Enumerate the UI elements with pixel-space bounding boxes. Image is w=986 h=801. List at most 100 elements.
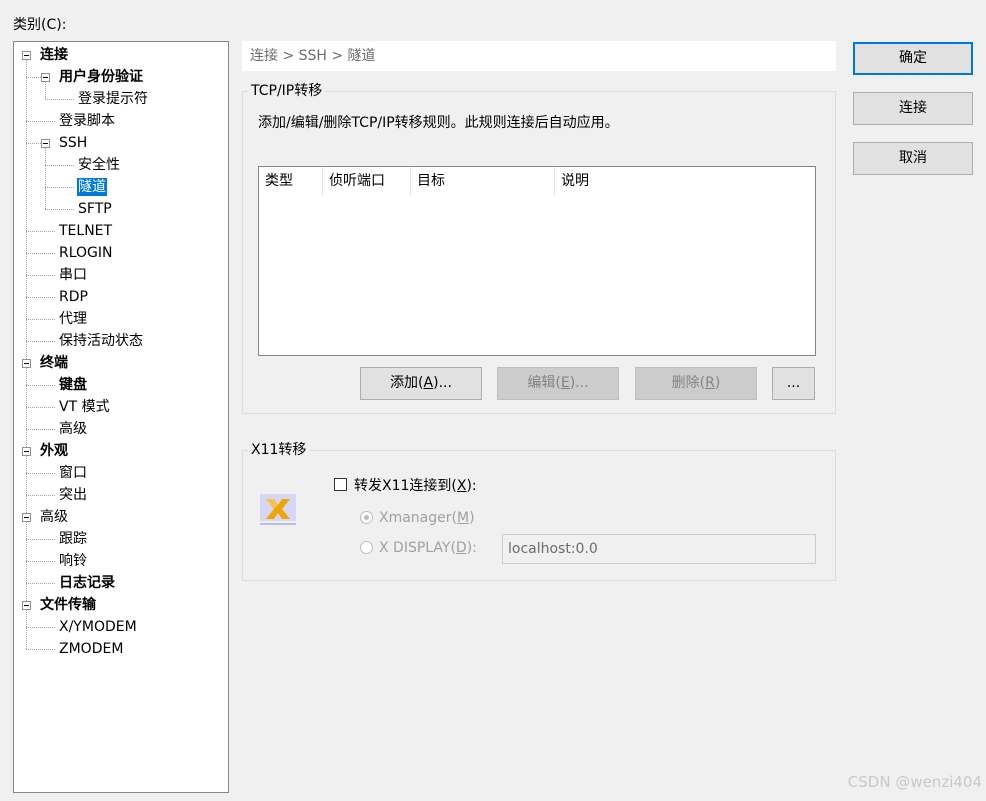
x-display-input[interactable]: localhost:0.0 bbox=[502, 534, 816, 564]
tree-item[interactable]: 用户身份验证 bbox=[58, 68, 144, 86]
tree-connector bbox=[26, 121, 55, 122]
tree-guide-line bbox=[26, 610, 27, 649]
x11-group-title: X11转移 bbox=[248, 441, 310, 459]
tree-item[interactable]: 登录脚本 bbox=[58, 112, 116, 130]
tunnel-rules-list[interactable]: 类型 侦听端口 目标 说明 bbox=[258, 166, 816, 356]
tcpip-group-title: TCP/IP转移 bbox=[248, 82, 326, 100]
cancel-button[interactable]: 取消 bbox=[853, 142, 973, 175]
tree-root-guide-line bbox=[26, 55, 27, 605]
tree-item[interactable]: TELNET bbox=[58, 222, 113, 240]
xmanager-radio[interactable] bbox=[360, 511, 373, 524]
tree-connector bbox=[45, 165, 74, 166]
tree-connector bbox=[45, 187, 74, 188]
tree-item[interactable]: RLOGIN bbox=[58, 244, 114, 262]
column-header-listen-port[interactable]: 侦听端口 bbox=[323, 167, 411, 195]
tree-item[interactable]: SFTP bbox=[77, 200, 113, 218]
breadcrumb: 连接 > SSH > 隧道 bbox=[242, 41, 836, 71]
tree-collapse-icon[interactable] bbox=[22, 447, 31, 456]
tree-collapse-icon[interactable] bbox=[41, 139, 50, 148]
tree-connector bbox=[26, 253, 55, 254]
tree-connector bbox=[26, 275, 55, 276]
tree-item[interactable]: 响铃 bbox=[58, 552, 88, 570]
forward-x11-checkbox[interactable] bbox=[334, 478, 347, 491]
tree-connector bbox=[45, 209, 74, 210]
add-button-label: 添加( bbox=[390, 375, 424, 391]
tree-item[interactable]: 窗口 bbox=[58, 464, 88, 482]
connect-button[interactable]: 连接 bbox=[853, 92, 973, 125]
tree-connector bbox=[26, 385, 55, 386]
tree-item[interactable]: 安全性 bbox=[77, 156, 121, 174]
tree-item[interactable]: 高级 bbox=[58, 420, 88, 438]
tree-connector bbox=[26, 231, 55, 232]
tree-guide-line bbox=[45, 148, 46, 209]
tree-item[interactable]: 外观 bbox=[39, 442, 69, 460]
tree-item[interactable]: 连接 bbox=[39, 46, 69, 64]
tree-item[interactable]: SSH bbox=[58, 134, 88, 152]
tree-connector bbox=[26, 649, 55, 650]
tree-collapse-icon[interactable] bbox=[22, 601, 31, 610]
tree-item[interactable]: RDP bbox=[58, 288, 89, 306]
tree-collapse-icon[interactable] bbox=[22, 513, 31, 522]
xmanager-radio-label[interactable]: Xmanager(M) bbox=[379, 508, 475, 528]
tree-item[interactable]: 高级 bbox=[39, 508, 69, 526]
tree-item[interactable]: 文件传输 bbox=[39, 596, 97, 614]
column-header-description[interactable]: 说明 bbox=[555, 167, 815, 195]
edit-rule-button[interactable]: 编辑(E)... bbox=[497, 367, 619, 400]
forward-x11-suffix: ): bbox=[466, 478, 477, 494]
xdisplay-radio-label[interactable]: X DISPLAY(D): bbox=[379, 538, 477, 558]
tree-collapse-icon[interactable] bbox=[22, 359, 31, 368]
tree-item[interactable]: 跟踪 bbox=[58, 530, 88, 548]
tree-item[interactable]: 隧道 bbox=[77, 178, 107, 196]
xdisplay-text: X DISPLAY( bbox=[379, 540, 456, 556]
tree-collapse-icon[interactable] bbox=[22, 51, 31, 60]
tree-item[interactable]: 终端 bbox=[39, 354, 69, 372]
watermark: CSDN @wenzi404 bbox=[847, 773, 982, 791]
delete-button-label: 删除( bbox=[671, 375, 706, 391]
delete-button-accesskey: R bbox=[705, 375, 715, 391]
xmanager-logo-icon bbox=[258, 491, 298, 527]
tree-item[interactable]: VT 模式 bbox=[58, 398, 111, 416]
tree-item[interactable]: X/YMODEM bbox=[58, 618, 138, 636]
tree-item[interactable]: 键盘 bbox=[58, 376, 88, 394]
tree-connector bbox=[45, 99, 74, 100]
more-options-button[interactable]: ... bbox=[772, 367, 815, 400]
edit-button-accesskey: E bbox=[560, 375, 570, 391]
tree-item[interactable]: ZMODEM bbox=[58, 640, 124, 658]
category-tree[interactable]: 连接用户身份验证登录提示符登录脚本 SSH 安全性隧道 SFTP TELNET RLOGI… bbox=[13, 41, 229, 793]
tree-connector bbox=[26, 297, 55, 298]
edit-button-suffix: )... bbox=[569, 375, 589, 391]
add-rule-button[interactable]: 添加(A)... bbox=[360, 367, 482, 400]
tree-connector bbox=[26, 583, 55, 584]
xmanager-suffix: ) bbox=[469, 510, 475, 526]
add-button-accesskey: A bbox=[423, 375, 434, 391]
xmanager-text: Xmanager( bbox=[379, 510, 457, 526]
column-header-target[interactable]: 目标 bbox=[411, 167, 555, 195]
column-header-type[interactable]: 类型 bbox=[259, 167, 323, 195]
tree-connector bbox=[26, 627, 55, 628]
tree-item[interactable]: 登录提示符 bbox=[77, 90, 149, 108]
tree-collapse-icon[interactable] bbox=[41, 73, 50, 82]
forward-x11-label[interactable]: 转发X11连接到(X): bbox=[354, 476, 477, 496]
ok-button[interactable]: 确定 bbox=[853, 42, 973, 75]
tree-connector bbox=[26, 539, 55, 540]
forward-x11-text: 转发X11连接到( bbox=[354, 478, 457, 494]
tree-item[interactable]: 保持活动状态 bbox=[58, 332, 144, 350]
tcpip-description: 添加/编辑/删除TCP/IP转移规则。此规则连接后自动应用。 bbox=[258, 115, 619, 131]
tree-connector bbox=[26, 429, 55, 430]
tree-connector bbox=[26, 319, 55, 320]
tree-item[interactable]: 日志记录 bbox=[58, 574, 116, 592]
xdisplay-accesskey: D bbox=[455, 540, 467, 556]
tree-item[interactable]: 突出 bbox=[58, 486, 88, 504]
delete-rule-button[interactable]: 删除(R) bbox=[635, 367, 757, 400]
tree-connector bbox=[26, 407, 55, 408]
tree-item[interactable]: 串口 bbox=[58, 266, 88, 284]
tree-item[interactable]: 代理 bbox=[58, 310, 88, 328]
edit-button-label: 编辑( bbox=[527, 375, 561, 391]
tree-guide-line bbox=[45, 82, 46, 99]
tree-connector bbox=[26, 77, 41, 78]
add-button-suffix: )... bbox=[433, 375, 452, 391]
xmanager-accesskey: M bbox=[456, 510, 470, 526]
xdisplay-suffix: ): bbox=[466, 540, 477, 556]
xdisplay-radio[interactable] bbox=[360, 541, 373, 554]
tree-connector bbox=[26, 143, 41, 144]
